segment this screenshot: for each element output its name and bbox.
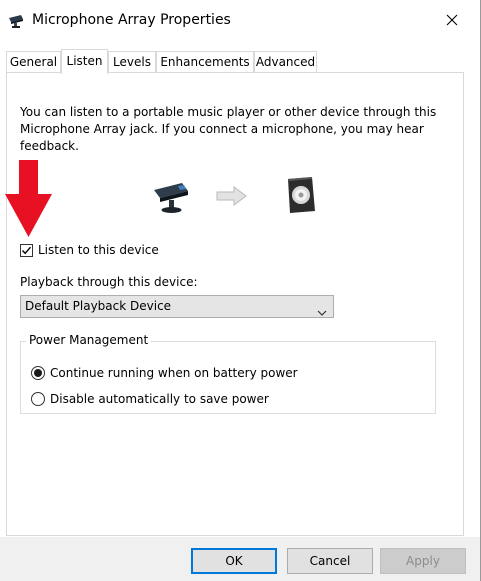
- description-line: feedback.: [20, 139, 79, 153]
- tab-levels[interactable]: Levels: [108, 51, 156, 72]
- properties-dialog: Microphone Array Properties General List…: [0, 0, 481, 581]
- playback-device-select[interactable]: Default Playback Device: [20, 295, 334, 318]
- chevron-down-icon: [317, 303, 327, 316]
- power-option-continue[interactable]: Continue running when on battery power: [31, 365, 298, 381]
- radio-label: Continue running when on battery power: [50, 366, 298, 380]
- radio-continue-running[interactable]: [31, 366, 45, 380]
- power-management-title: Power Management: [26, 333, 152, 347]
- listen-checkbox[interactable]: [20, 243, 33, 257]
- listen-checkbox-label: Listen to this device: [38, 243, 159, 257]
- radio-selected-dot: [34, 369, 42, 377]
- red-down-arrow-annotation: [2, 160, 54, 238]
- title-bar[interactable]: Microphone Array Properties: [0, 0, 480, 42]
- playback-device-value: Default Playback Device: [25, 299, 172, 313]
- description-line: You can listen to a portable music playe…: [20, 105, 437, 119]
- cancel-button[interactable]: Cancel: [287, 548, 373, 574]
- tab-advanced[interactable]: Advanced: [254, 51, 317, 72]
- ok-button[interactable]: OK: [191, 548, 277, 574]
- speaker-icon: [284, 176, 318, 214]
- right-arrow-icon: [216, 185, 248, 207]
- radio-label: Disable automatically to save power: [50, 392, 269, 406]
- checkmark-icon: [21, 246, 32, 254]
- power-option-disable[interactable]: Disable automatically to save power: [31, 391, 269, 407]
- tab-listen[interactable]: Listen: [61, 49, 108, 74]
- close-icon: [446, 14, 458, 29]
- listen-to-device-row[interactable]: Listen to this device: [20, 241, 159, 259]
- listen-description: You can listen to a portable music playe…: [20, 104, 440, 155]
- microphone-array-icon: [8, 14, 26, 28]
- tab-enhancements[interactable]: Enhancements: [156, 51, 254, 72]
- close-button[interactable]: [434, 8, 470, 34]
- description-line: Microphone Array jack. If you connect a …: [20, 122, 424, 136]
- apply-button[interactable]: Apply: [380, 548, 466, 574]
- radio-disable-automatically[interactable]: [31, 392, 45, 406]
- window-title: Microphone Array Properties: [32, 12, 231, 28]
- tab-general[interactable]: General: [6, 51, 61, 72]
- microphone-device-icon: [152, 180, 194, 214]
- playback-label: Playback through this device:: [20, 275, 198, 289]
